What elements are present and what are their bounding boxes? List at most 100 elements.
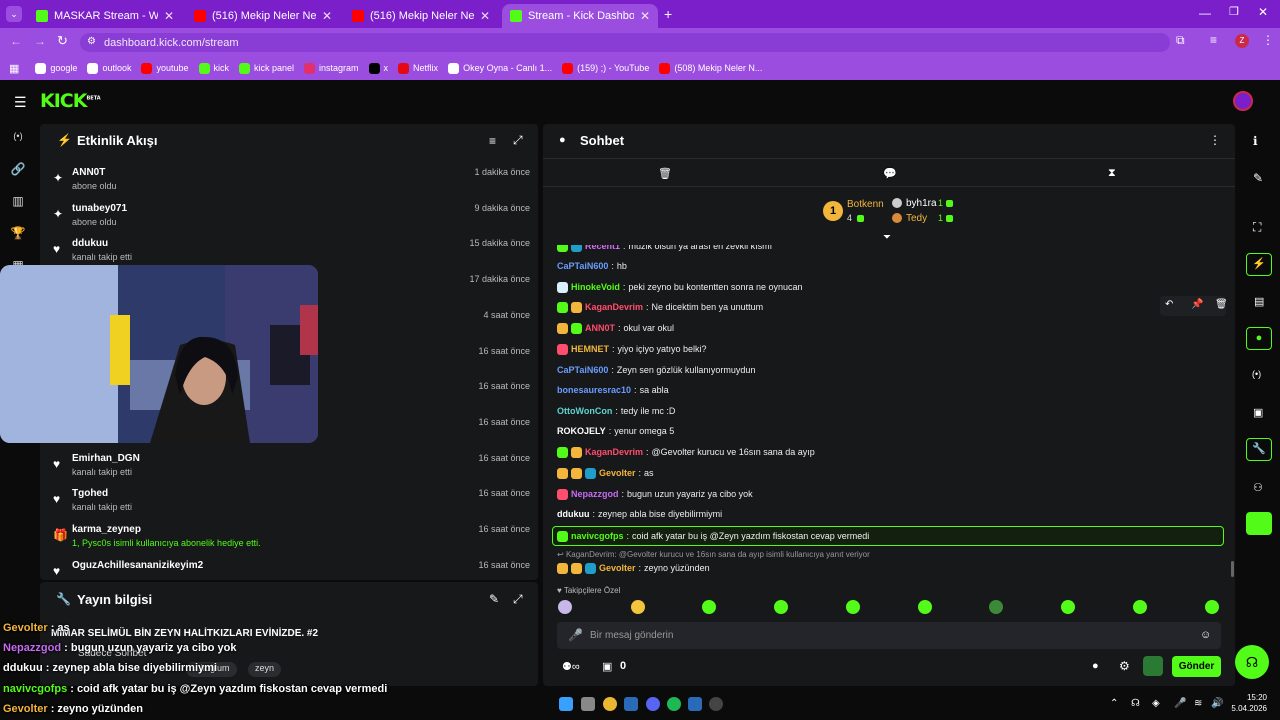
chat-message[interactable]: Gevolter: zeyno yüzünden	[557, 559, 710, 577]
emote-icon[interactable]	[774, 600, 788, 614]
chrome-icon[interactable]	[603, 697, 617, 711]
tag-chip[interactable]: zeyn	[248, 662, 282, 677]
wrench-toggle-icon[interactable]: 🔧	[1246, 438, 1272, 461]
hourglass-icon[interactable]: ⧗	[1108, 167, 1116, 180]
chat-toggle-icon[interactable]: ●	[1246, 327, 1272, 350]
stream-broadcast-icon[interactable]: (•)	[10, 128, 26, 144]
leader-name[interactable]: Botkenn	[847, 199, 884, 210]
bookmark-kick[interactable]: kick	[198, 62, 229, 74]
volume-icon[interactable]: 🔊	[1211, 698, 1223, 709]
delete-icon[interactable]: 🗑	[1215, 299, 1228, 310]
storage-icon[interactable]: ▣	[1253, 406, 1263, 419]
reload-icon[interactable]: ↻	[57, 33, 68, 49]
chat-message[interactable]: ANN0T: okul var okul	[557, 319, 674, 337]
document-icon[interactable]: ▤	[1254, 295, 1264, 308]
send-button[interactable]: Gönder	[1172, 656, 1221, 677]
bookmark-youtube-508[interactable]: (508) Mekip Neler N...	[659, 62, 762, 74]
bookmark-kick-panel[interactable]: kick panel	[239, 62, 294, 74]
activity-username[interactable]: tunabey071	[72, 203, 127, 214]
chat-bubble-tab-icon[interactable]: 💬	[883, 167, 897, 180]
chat-message[interactable]: HEMNET: yiyo içiyo yatıyo belki?	[557, 340, 707, 358]
emote-icon[interactable]	[989, 600, 1003, 614]
hamburger-menu-icon[interactable]: ☰	[14, 94, 27, 111]
window-close-icon[interactable]: ✕	[1258, 5, 1268, 19]
chat-message[interactable]: ROKOJELY: yenur omega 5	[557, 422, 674, 440]
trash-icon[interactable]: 🗑	[658, 167, 672, 180]
chat-message[interactable]: navivcgofps: coid afk yatar bu iş @Zeyn y…	[557, 527, 869, 545]
activity-item[interactable]: ✦ tunabey071 abone oldu 9 dakika önce	[40, 203, 538, 237]
chat-message[interactable]: ddukuu: zeynep abla bise diyebilirmiymi	[557, 505, 722, 523]
task-view-icon[interactable]	[581, 697, 595, 711]
chat-username[interactable]: HEMNET	[571, 344, 609, 354]
steam-icon[interactable]	[688, 697, 702, 711]
trophy-icon[interactable]: 🏆	[10, 225, 26, 241]
scan-icon[interactable]: ⛶	[1253, 220, 1261, 235]
steam-icon[interactable]	[624, 697, 638, 711]
chat-settings-bubble-icon[interactable]: ●	[1092, 660, 1099, 672]
chat-username[interactable]: CaPTaiN600	[557, 261, 608, 271]
leader-name[interactable]: Tedy	[906, 213, 927, 224]
chat-message[interactable]: OttoWonCon: tedy ile mc :D	[557, 402, 675, 420]
chat-username[interactable]: navivcgofps	[571, 531, 624, 541]
info-icon[interactable]: ℹ	[1253, 134, 1258, 148]
headset-icon[interactable]: ☊	[1131, 698, 1140, 709]
chat-username[interactable]: Nepazzgod	[571, 489, 619, 499]
activity-username[interactable]: OguzAchillesananizikeyim2	[72, 560, 203, 571]
link-icon[interactable]: 🔗	[10, 161, 26, 177]
emote-icon[interactable]	[702, 600, 716, 614]
collapse-icon[interactable]: ⏷	[883, 232, 891, 243]
activity-toggle-icon[interactable]: ⚡	[1246, 253, 1272, 276]
chat-username[interactable]: Gevolter	[599, 563, 636, 573]
chat-message[interactable]: HinokeVoid: peki zeyno bu kontentten sonr…	[557, 278, 802, 296]
support-headset-icon[interactable]: ☊	[1235, 645, 1269, 679]
close-icon[interactable]: ✕	[480, 9, 490, 23]
activity-username[interactable]: karma_zeynep	[72, 524, 141, 535]
activity-item[interactable]: 🎁 karma_zeynep 1, Pysc0s isimli kullanıcıy…	[40, 524, 538, 558]
chat-scrollbar[interactable]	[1231, 561, 1234, 577]
media-icon[interactable]: ≡	[1210, 33, 1217, 47]
bookmark-outlook[interactable]: outlook	[87, 62, 131, 74]
bookmark-google[interactable]: google	[35, 62, 77, 74]
chat-username[interactable]: ddukuu	[557, 509, 590, 519]
activity-username[interactable]: Tgohed	[72, 488, 108, 499]
chat-message[interactable]: KaganDevrim: @Gevolter kurucu ve 16sın sa…	[557, 443, 815, 461]
broadcast-icon[interactable]: (•)	[1252, 369, 1261, 379]
pin-icon[interactable]: 📌	[1191, 299, 1203, 310]
chat-message[interactable]: KaganDevrim: Ne dicektim ben ya unuttum	[557, 298, 763, 316]
emote-icon[interactable]	[1061, 600, 1075, 614]
chat-message[interactable]: Gevolter: as	[557, 464, 654, 482]
chat-username[interactable]: bonesauresrac10	[557, 385, 631, 395]
emote-icon[interactable]	[1133, 600, 1147, 614]
windows-start-icon[interactable]	[559, 697, 573, 711]
bookmark-okey[interactable]: Okey Oyna - Canlı 1...	[448, 62, 552, 74]
chat-menu-icon[interactable]: ⋮	[1209, 133, 1221, 147]
reply-icon[interactable]: ↶	[1165, 299, 1173, 310]
clock-time[interactable]: 15:20	[1231, 693, 1267, 702]
new-tab-icon[interactable]: +	[664, 6, 672, 22]
bookmark-netflix[interactable]: Netflix	[398, 62, 438, 74]
bookmark-instagram[interactable]: instagram	[304, 62, 359, 74]
apps-grid-icon[interactable]: ▦	[9, 62, 19, 75]
leader-name[interactable]: byh1ra	[906, 198, 937, 209]
analytics-icon[interactable]: ▥	[10, 193, 26, 209]
bookmark-youtube[interactable]: youtube	[141, 62, 189, 74]
chat-username[interactable]: CaPTaiN600	[557, 365, 608, 375]
tab-kick-dashboard[interactable]: Stream - Kick Dashboard ✕	[502, 4, 658, 28]
emoji-icon[interactable]: ☺	[1200, 629, 1211, 641]
kick-emote-button[interactable]	[1143, 656, 1163, 676]
site-info-icon[interactable]: ⚙	[87, 36, 96, 47]
steam-tray-icon[interactable]: ◈	[1152, 698, 1160, 709]
chat-username[interactable]: ANN0T	[585, 323, 615, 333]
emote-icon[interactable]	[1205, 600, 1219, 614]
wifi-icon[interactable]: ≋	[1194, 698, 1202, 709]
activity-item[interactable]: ✦ ANN0T abone oldu 1 dakika önce	[40, 167, 538, 201]
emote-icon[interactable]	[558, 600, 572, 614]
tab-search-icon[interactable]: ⌄	[6, 6, 22, 22]
bookmark-x[interactable]: x	[368, 62, 388, 74]
users-infinity-icon[interactable]: ⚉∞	[562, 660, 580, 673]
popout-icon[interactable]: ⤢	[513, 592, 523, 607]
filter-icon[interactable]: ≡	[489, 134, 496, 148]
chat-message[interactable]: CaPTaiN600: Zeyn sen gözlük kullanıyormuy…	[557, 361, 755, 379]
back-icon[interactable]: ←	[10, 34, 22, 48]
minimize-icon[interactable]: —	[1199, 6, 1211, 20]
